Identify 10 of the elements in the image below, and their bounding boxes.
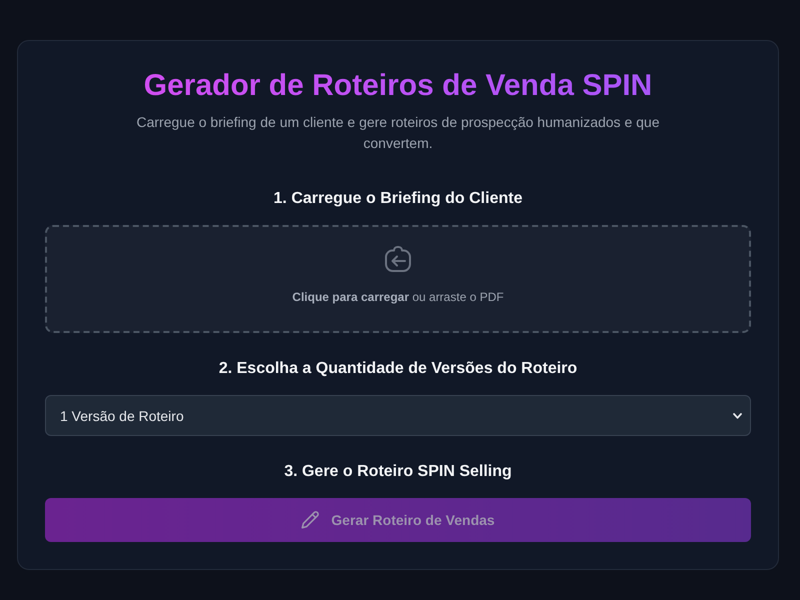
version-select[interactable]: 1 Versão de Roteiro	[45, 395, 751, 436]
page-subtitle: Carregue o briefing de um cliente e gere roteiros de prospecção humanizados e que convertem.	[136, 113, 660, 153]
upload-dropzone[interactable]: Clique para carregar ou arraste o PDF	[45, 225, 751, 333]
upload-prompt: Clique para carregar ou arraste o PDF	[292, 289, 504, 305]
chevron-down-icon	[733, 412, 742, 418]
step-heading: 1. Carregue o Briefing do Cliente	[272, 189, 524, 209]
pencil-icon	[301, 511, 320, 529]
box-arrow-icon	[385, 246, 411, 272]
step-heading: 3. Gere o Roteiro SPIN Selling	[283, 462, 513, 482]
step-heading: 2. Escolha a Quantidade de Versões do Roteiro	[218, 359, 578, 379]
